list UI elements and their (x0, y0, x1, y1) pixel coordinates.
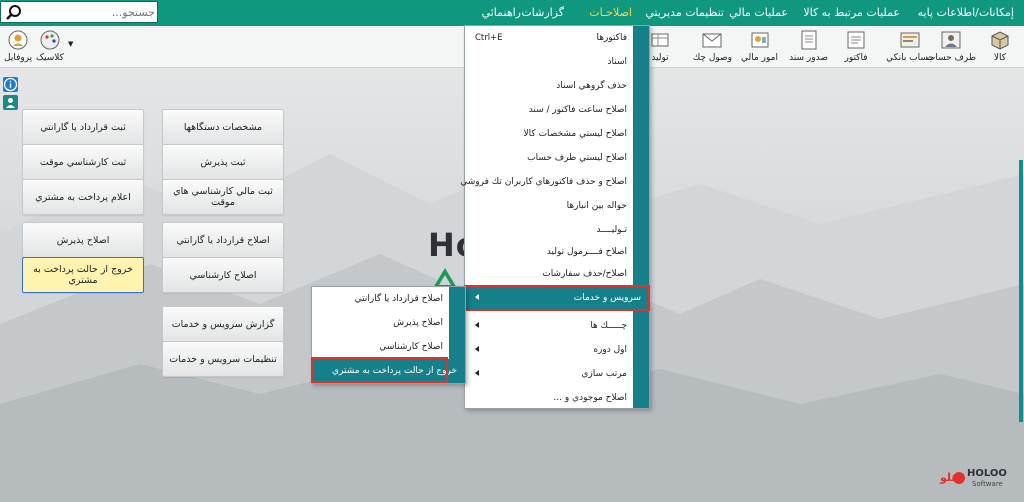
menu-item-edit-invoice-time[interactable]: اصلاح ساعت فاکتور / سند (465, 98, 635, 122)
toolbar-bank-account-button[interactable]: حساب بانکي (886, 28, 934, 63)
person-icon (941, 31, 961, 49)
user-icon[interactable] (3, 95, 18, 110)
submenu-item-edit-contract[interactable]: اصلاح قرارداد يا گارانتي (312, 287, 451, 311)
edit-reception-button[interactable]: اصلاح پذيرش (22, 222, 144, 258)
toolbar-invoice-button[interactable]: فاکتور (844, 28, 868, 63)
toolbar-classic-button[interactable]: كلاسيک (36, 28, 64, 63)
service-report-button[interactable]: گزارش سرويس و خدمات (162, 306, 284, 342)
toolbar-account-party-button[interactable]: طرف حساب (927, 28, 976, 63)
menu-item-group-delete-docs[interactable]: حذف گروهي اسناد (465, 74, 635, 98)
submenu-arrow-icon (475, 346, 479, 352)
menu-item-documents[interactable]: اسناد (465, 50, 635, 74)
menu-item-production[interactable]: تـوليــــد (465, 218, 635, 242)
classic-dropdown-arrow[interactable]: ▼ (68, 40, 73, 48)
submenu-item-edit-reception[interactable]: اصلاح پذيرش (312, 311, 451, 335)
toolbar-cheque-receipt-button[interactable]: وصول چك (693, 28, 732, 63)
holoo-brand-logo: هلو HOLOO Software (940, 468, 1007, 488)
menu-item-edit-inventory[interactable]: اصلاح موجودي و ... (465, 386, 635, 410)
register-contract-warranty-button[interactable]: ثبت قرارداد يا گارانتي (22, 109, 144, 145)
toolbar-production-button[interactable]: توليد (648, 28, 672, 63)
menu-base-info[interactable]: إمكانات/اطلاعات پايه (918, 6, 1014, 19)
menu-item-sorting[interactable]: مرتب سازي (465, 362, 635, 386)
search-box[interactable] (0, 1, 158, 23)
top-menu-bar: إمكانات/اطلاعات پايه عمليات مرتبط به کال… (0, 0, 1024, 26)
menu-item-edit-orders[interactable]: اصلاح/حذف سفارشات (465, 262, 635, 286)
menu-item-warehouse-transfer[interactable]: حواله بين انبارها (465, 194, 635, 218)
box-icon (991, 31, 1009, 50)
menu-financial-ops[interactable]: عمليات مالي (729, 6, 788, 19)
submenu-item-exit-payment[interactable]: خروج از حالت پرداخت به مشتري (312, 359, 465, 383)
scroll-indicator[interactable] (1019, 160, 1023, 422)
search-input[interactable] (25, 4, 155, 20)
financial-temp-expertise-button[interactable]: ثبت مالي كارشناسي هاي موقت (162, 179, 284, 215)
search-icon[interactable] (5, 4, 23, 22)
menu-item-invoices[interactable]: فاکتورها Ctrl+E (465, 26, 635, 50)
submenu-item-edit-expertise[interactable]: اصلاح كارشناسي (312, 335, 451, 359)
menu-item-service[interactable]: سرويس و خدمات (465, 286, 649, 310)
announce-payment-customer-button[interactable]: اعلام پرداخت به مشتري (22, 179, 144, 215)
menu-item-edit-single-seller-invoices[interactable]: اصلاح و حذف فاکتورهاي کاربران تك فروشي (460, 170, 635, 194)
menu-item-opening-period[interactable]: اول دوره (465, 338, 635, 362)
production-icon (651, 33, 669, 47)
menu-reports[interactable]: گزارشات (521, 6, 564, 19)
info-icon[interactable] (3, 77, 18, 92)
menu-corrections[interactable]: اصلاحـات (589, 6, 632, 19)
submenu-arrow-icon (475, 294, 479, 300)
menu-help[interactable]: راهنمائي (482, 6, 521, 19)
service-submenu: اصلاح قرارداد يا گارانتي اصلاح پذيرش اصل… (311, 286, 466, 384)
device-specs-button[interactable]: مشخصات دستگاهها (162, 109, 284, 145)
profile-icon (8, 30, 28, 50)
register-temp-expertise-button[interactable]: ثبت کارشناسي موقت (22, 144, 144, 180)
document-icon (801, 30, 817, 50)
submenu-arrow-icon (475, 370, 479, 376)
logo-triangle-icon (433, 268, 457, 288)
edit-contract-warranty-button[interactable]: اصلاح قرارداد يا گارانتي (162, 222, 284, 258)
menu-item-cheques[interactable]: چـــــك ها (465, 314, 635, 338)
menu-goods-ops[interactable]: عمليات مرتبط به کالا (803, 6, 900, 19)
bank-icon (900, 32, 920, 48)
corrections-dropdown-menu: فاکتورها Ctrl+E اسناد حذف گروهي اسناد اصل… (460, 25, 650, 410)
shortcut-label: Ctrl+E (475, 33, 503, 43)
menu-item-edit-party-list[interactable]: اصلاح ليستي طرف حساب (465, 146, 635, 170)
menu-item-edit-production-formula[interactable]: اصلاح فــــرمول توليد (465, 240, 635, 264)
toolbar-finance-button[interactable]: امور مالي (741, 28, 778, 63)
submenu-arrow-icon (475, 322, 479, 328)
register-reception-button[interactable]: ثبت پذيرش (162, 144, 284, 180)
service-settings-button[interactable]: تنظيمات سرويس و خدمات (162, 341, 284, 377)
menu-side-strip (633, 26, 649, 408)
menu-item-edit-goods-list[interactable]: اصلاح ليستي مشخصات کالا (465, 122, 635, 146)
exit-payment-customer-button[interactable]: خروج از حالت پرداخت به مشتري (22, 257, 144, 293)
toolbar-issue-document-button[interactable]: صدور سند (789, 28, 828, 63)
menu-management-settings[interactable]: تنظيمات مديريتي (645, 6, 724, 19)
check-envelope-icon (702, 33, 722, 48)
finance-icon (751, 32, 768, 48)
palette-icon (40, 30, 60, 50)
toolbar-profile-button[interactable]: پروفايل (4, 28, 32, 63)
edit-expertise-button[interactable]: اصلاح كارشناسي (162, 257, 284, 293)
toolbar-goods-button[interactable]: کالا (988, 28, 1012, 63)
invoice-icon (847, 31, 865, 49)
